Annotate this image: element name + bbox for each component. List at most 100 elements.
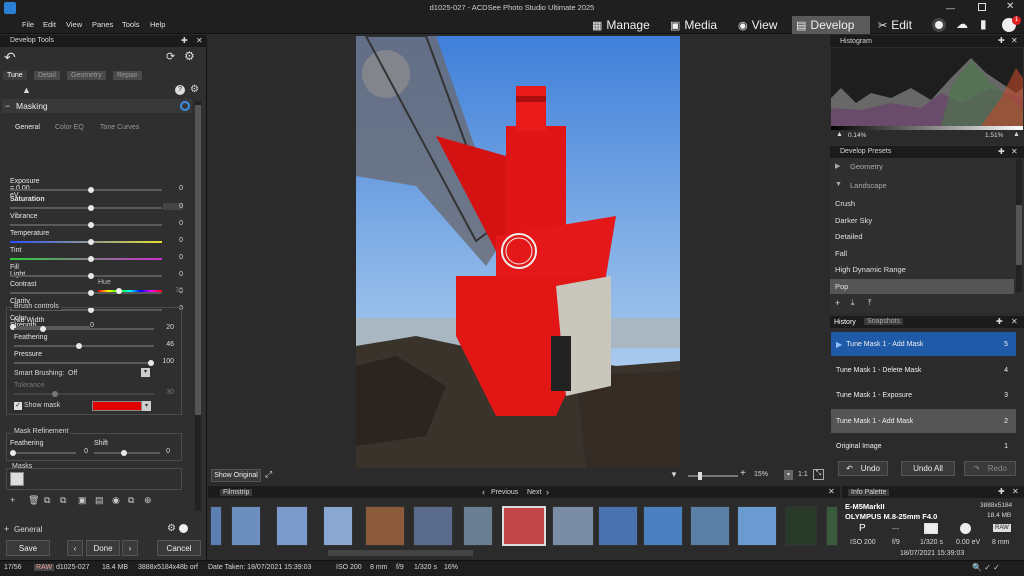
- saturation-knob[interactable]: [88, 205, 94, 211]
- undo-arrow-icon[interactable]: ↶: [4, 49, 16, 66]
- temperature-knob[interactable]: [88, 239, 94, 245]
- preset-group-geometry[interactable]: Geometry: [850, 162, 883, 171]
- tab-tune[interactable]: Tune: [3, 71, 27, 80]
- help-icon[interactable]: ?: [175, 85, 185, 95]
- history-item-5[interactable]: ▶ Tune Mask 1 - Add Mask 5: [831, 332, 1016, 356]
- redo-button[interactable]: ↷ Redo: [964, 461, 1016, 476]
- close-window-button[interactable]: ✕: [1006, 1, 1014, 12]
- general-toggle-icon[interactable]: [179, 524, 188, 533]
- filmstrip-thumb[interactable]: [690, 506, 730, 546]
- histogram-left-arrow[interactable]: ▲: [836, 131, 843, 138]
- mr-feathering-slider[interactable]: [10, 450, 76, 456]
- close-panel-icon[interactable]: ✕: [196, 36, 203, 45]
- histogram-close-icon[interactable]: ✕: [1011, 36, 1018, 45]
- preset-darker-sky[interactable]: Darker Sky: [835, 216, 872, 225]
- fill-light-slider[interactable]: [10, 273, 162, 279]
- delete-mask-icon[interactable]: 🗑: [28, 495, 39, 506]
- mask-thumbnail[interactable]: [10, 472, 24, 486]
- show-mask-checkbox[interactable]: ✓: [14, 402, 22, 410]
- lighthouse-photo[interactable]: [356, 36, 680, 468]
- subtab-color-eq[interactable]: Color EQ: [55, 124, 84, 131]
- preset-pop[interactable]: Pop: [835, 282, 848, 291]
- mr-shift-knob[interactable]: [121, 450, 127, 456]
- menu-view[interactable]: View: [66, 20, 82, 29]
- vibrance-knob[interactable]: [88, 222, 94, 228]
- tab-repair[interactable]: Repair: [113, 71, 142, 80]
- load-mask-icon[interactable]: ⧉: [128, 495, 134, 506]
- preset-hdr[interactable]: High Dynamic Range: [835, 265, 906, 274]
- info-close-icon[interactable]: ✕: [1012, 487, 1019, 496]
- pin-icon[interactable]: ✚: [181, 36, 188, 45]
- feathering-slider[interactable]: [14, 343, 154, 349]
- contrast-slider[interactable]: [10, 290, 162, 296]
- hue-knob[interactable]: [116, 288, 122, 294]
- zoom-slider-knob[interactable]: [698, 472, 702, 480]
- zoom-out-icon[interactable]: ▼: [670, 470, 678, 479]
- save-button[interactable]: Save: [6, 540, 50, 556]
- undo-all-button[interactable]: Undo All: [901, 461, 955, 476]
- filmstrip-thumb[interactable]: [365, 506, 405, 546]
- presets-pin-icon[interactable]: ✚: [998, 147, 1005, 156]
- hue-slider[interactable]: [98, 290, 162, 292]
- history-close-icon[interactable]: ✕: [1011, 317, 1018, 326]
- preset-fall[interactable]: Fall: [835, 249, 847, 258]
- history-item-3[interactable]: Tune Mask 1 - Exposure 3: [831, 383, 1016, 407]
- options-gear-icon[interactable]: ⚙: [190, 84, 199, 95]
- cloud-icon[interactable]: ☁: [956, 17, 968, 31]
- menu-file[interactable]: File: [22, 20, 34, 29]
- history-item-4[interactable]: Tune Mask 1 - Delete Mask 4: [831, 358, 1016, 382]
- pressure-slider[interactable]: [14, 360, 154, 366]
- subtab-tone-curves[interactable]: Tone Curves: [100, 124, 139, 131]
- filmstrip-thumb-selected[interactable]: [502, 506, 546, 546]
- mode-edit[interactable]: ✂ Edit: [874, 16, 916, 34]
- info-pin-icon[interactable]: ✚: [998, 487, 1005, 496]
- minimize-button[interactable]: —: [946, 3, 955, 13]
- history-item-1[interactable]: Original Image 1: [831, 434, 1016, 458]
- menu-help[interactable]: Help: [150, 20, 165, 29]
- filmstrip-thumb[interactable]: [826, 506, 838, 546]
- tab-snapshots[interactable]: Snapshots: [864, 318, 904, 325]
- panel-scrollbar-thumb[interactable]: [195, 105, 201, 415]
- mode-view[interactable]: ◉ View: [734, 16, 781, 34]
- image-viewer[interactable]: [208, 35, 828, 484]
- landscape-collapse-icon[interactable]: ▼: [835, 181, 842, 188]
- tolerance-knob[interactable]: [52, 391, 58, 397]
- mode-media[interactable]: ▣ Media: [666, 16, 721, 34]
- next-image-button[interactable]: ›: [122, 540, 138, 556]
- filmstrip-next[interactable]: Next: [527, 489, 541, 496]
- tint-knob[interactable]: [88, 256, 94, 262]
- preset-scrollbar-thumb[interactable]: [1016, 205, 1022, 265]
- filmstrip-thumb[interactable]: [785, 506, 817, 546]
- ratio-button[interactable]: 1:1: [798, 471, 808, 478]
- collapse-icon[interactable]: −: [5, 101, 10, 111]
- tint-slider[interactable]: [10, 256, 162, 262]
- histogram-pin-icon[interactable]: ✚: [998, 36, 1005, 45]
- filmstrip-thumb[interactable]: [323, 506, 353, 546]
- add-preset-icon[interactable]: +: [835, 298, 840, 308]
- zoom-dropdown[interactable]: ▾: [784, 470, 793, 480]
- mask-toggle-icon[interactable]: [180, 101, 190, 111]
- filmstrip-previous[interactable]: Previous: [491, 489, 518, 496]
- subtab-general[interactable]: General: [15, 124, 40, 131]
- filmstrip-thumb[interactable]: [210, 506, 222, 546]
- done-button[interactable]: Done: [86, 540, 120, 556]
- target-mask-icon[interactable]: ⊕: [144, 495, 152, 506]
- show-original-button[interactable]: Show Original: [211, 469, 261, 482]
- menu-panes[interactable]: Panes: [92, 20, 113, 29]
- tolerance-slider[interactable]: [14, 391, 154, 397]
- filmstrip-thumb[interactable]: [552, 506, 594, 546]
- copy-mask-icon[interactable]: ⧉: [44, 495, 50, 506]
- mode-manage[interactable]: ▦ Manage: [588, 16, 654, 34]
- zoom-in-icon[interactable]: +: [740, 468, 746, 479]
- view-mask-icon[interactable]: ◉: [112, 495, 120, 506]
- smart-brushing-dropdown[interactable]: ▾: [141, 368, 150, 377]
- reset-icon[interactable]: ⟳: [166, 50, 175, 63]
- menu-edit[interactable]: Edit: [43, 20, 56, 29]
- filmstrip-thumb[interactable]: [643, 506, 683, 546]
- mask-color-swatch[interactable]: [92, 401, 142, 411]
- feathering-knob[interactable]: [76, 343, 82, 349]
- settings-gear-icon[interactable]: ⚙: [184, 49, 195, 63]
- nib-width-slider[interactable]: [14, 326, 154, 332]
- previous-arrow-icon[interactable]: ‹: [482, 487, 485, 497]
- filmstrip-thumb[interactable]: [463, 506, 493, 546]
